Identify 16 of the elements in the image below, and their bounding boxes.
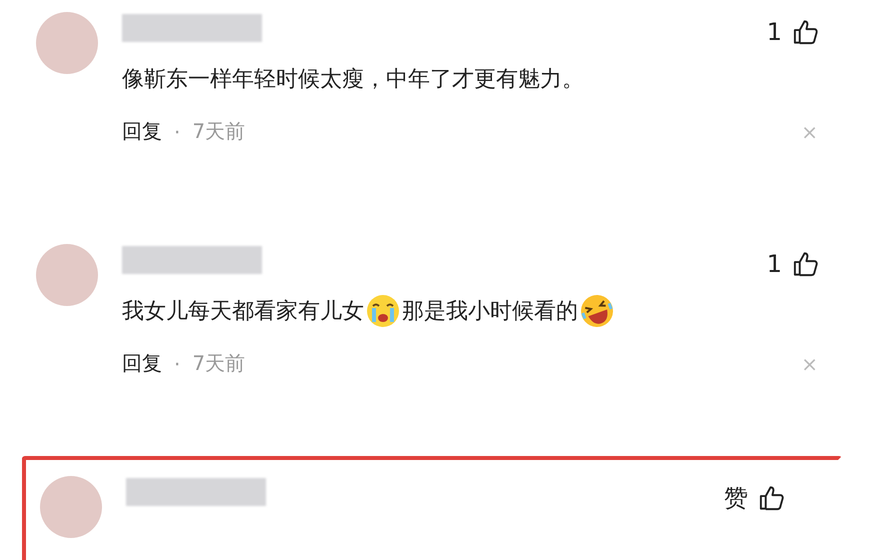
thumbs-up-icon[interactable] bbox=[758, 484, 786, 512]
thumbs-up-icon[interactable] bbox=[792, 18, 820, 46]
like-count: 赞 bbox=[724, 483, 748, 514]
like-count: 1 bbox=[766, 250, 782, 278]
separator-dot: · bbox=[174, 352, 180, 376]
laughing-face-icon bbox=[579, 294, 615, 328]
comment-text: 像靳东一样年轻时候太瘦，中年了才更有魅力。 bbox=[122, 66, 585, 94]
thumbs-up-icon[interactable] bbox=[792, 250, 820, 278]
comment-time: 7天前 bbox=[192, 118, 246, 145]
like-count: 1 bbox=[766, 18, 782, 46]
comment-time: 7天前 bbox=[192, 350, 246, 377]
reply-link[interactable]: 回复 bbox=[122, 350, 162, 377]
crying-face-icon bbox=[365, 294, 401, 328]
comment-text: 我女儿每天都看家有儿女 那是我小时候看的 bbox=[122, 292, 820, 330]
separator-dot: · bbox=[174, 120, 180, 144]
reply-link[interactable]: 回复 bbox=[122, 118, 162, 145]
